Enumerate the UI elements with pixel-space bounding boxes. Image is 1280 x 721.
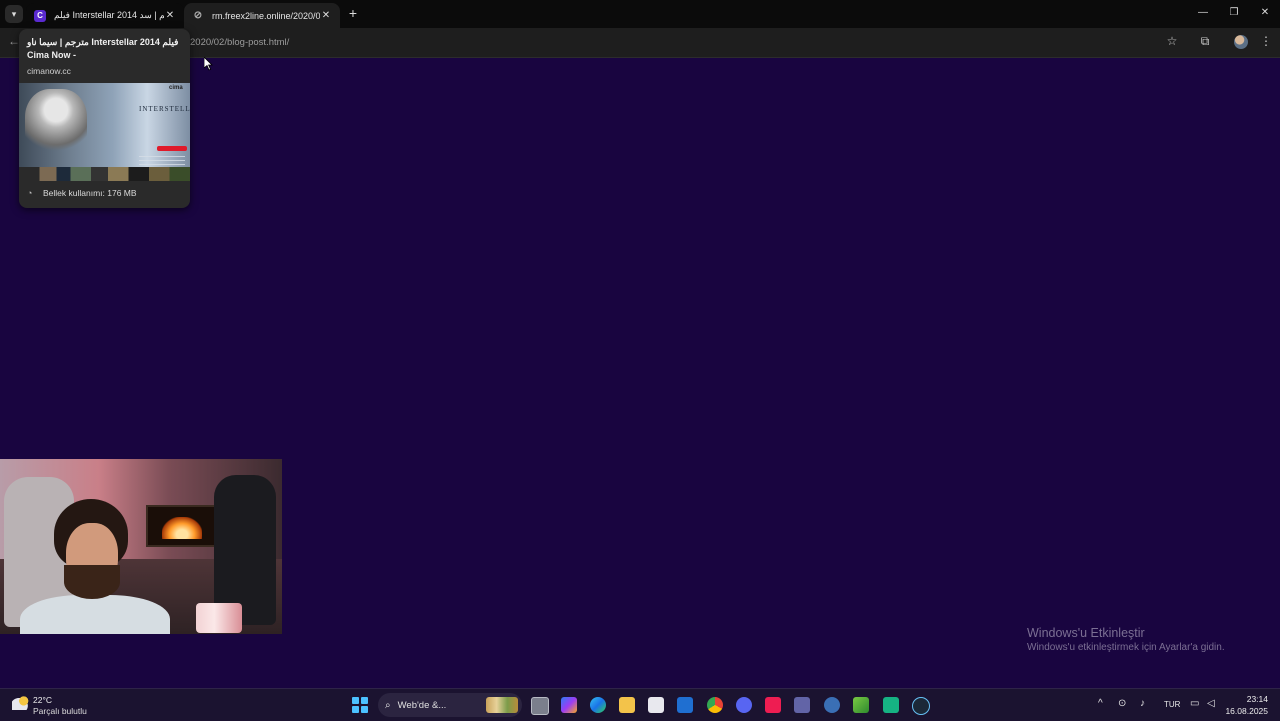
media-player-icon[interactable] <box>853 697 869 713</box>
language-indicator[interactable]: TUR <box>1164 700 1180 709</box>
puzzle-icon[interactable]: ⧉ <box>1197 34 1213 49</box>
watch-button-preview <box>157 146 187 151</box>
sync-icon[interactable]: ⊙ <box>1118 698 1126 709</box>
tab-hover-card: فيلم Interstellar 2014 مترجم | سيما ناو … <box>19 29 190 208</box>
discord-icon[interactable] <box>736 697 752 713</box>
close-icon[interactable]: ✕ <box>164 10 176 21</box>
preview-poster-strip <box>19 167 190 181</box>
address-bar[interactable]: 2020/02/blog-post.html/ <box>190 37 289 48</box>
tab-cimanow[interactable]: C فيلم Interstellar 2014 مترجم | سد ✕ <box>26 3 184 28</box>
tab-title: فيلم Interstellar 2014 مترجم | سد <box>54 10 164 20</box>
search-icon: ⌕ <box>385 699 391 711</box>
teams-icon[interactable] <box>794 697 810 713</box>
browser-toolbar: ← 2020/02/blog-post.html/ ☆ ⧉ ⋮ <box>0 28 1280 58</box>
taskbar-search[interactable]: ⌕ Web'de &... <box>378 693 522 717</box>
chevron-up-icon[interactable]: ^ <box>1098 698 1103 709</box>
clock-time[interactable]: 23:14 <box>1230 694 1268 704</box>
minimize-button[interactable]: — <box>1196 7 1210 18</box>
chrome-icon[interactable] <box>707 697 723 713</box>
windows-taskbar: 22°C Parçalı bulutlu ⌕ Web'de &... ^ ⊙ ♪… <box>0 688 1280 721</box>
tiktok-icon[interactable] <box>765 697 781 713</box>
browser-tab-strip: ▾ C فيلم Interstellar 2014 مترجم | سد ✕ … <box>0 0 1280 28</box>
android-tool-icon[interactable] <box>883 697 899 713</box>
task-view-icon[interactable] <box>531 697 549 715</box>
new-tab-button[interactable]: + <box>346 6 360 20</box>
steam-icon[interactable] <box>912 697 930 715</box>
search-highlight-image <box>486 697 518 713</box>
webcam-overlay <box>0 459 282 634</box>
copilot-icon[interactable] <box>561 697 577 713</box>
outlook-icon[interactable] <box>677 697 693 713</box>
movie-logo: INTERSTELLAR <box>139 105 190 113</box>
start-button[interactable] <box>352 697 368 713</box>
astronaut-image <box>25 89 87 159</box>
mouse-cursor-icon <box>204 57 213 71</box>
watermark-subtitle: Windows'u etkinleştirmek için Ayarlar'a … <box>1027 642 1225 653</box>
weather-description[interactable]: Parçalı bulutlu <box>33 706 87 716</box>
streamer-beard <box>64 565 120 599</box>
memory-chip-icon: ◔ <box>27 188 33 198</box>
close-icon[interactable]: ✕ <box>320 10 332 21</box>
streamer <box>20 499 170 634</box>
file-explorer-icon[interactable] <box>619 697 635 713</box>
tab-preview-thumbnail: INTERSTELLAR cima <box>19 83 190 181</box>
memory-usage-label: Bellek kullanımı: 176 MB <box>43 188 137 198</box>
microphone <box>196 603 242 633</box>
profile-avatar[interactable] <box>1234 35 1248 49</box>
watermark-title: Windows'u Etkinleştir <box>1027 626 1145 640</box>
chevron-down-icon: ▾ <box>11 8 17 19</box>
network-tool-icon[interactable] <box>824 697 840 713</box>
star-icon[interactable]: ☆ <box>1164 34 1180 48</box>
close-window-button[interactable]: ✕ <box>1258 7 1272 18</box>
windows-activation-watermark: Windows'u Etkinleştir Windows'u etkinleş… <box>1027 626 1225 653</box>
volume-icon[interactable]: ◁ <box>1207 698 1215 709</box>
kebab-menu-icon[interactable]: ⋮ <box>1258 34 1274 48</box>
streamer-shirt <box>20 595 170 634</box>
site-settings-icon: ⊘ <box>193 10 203 21</box>
hover-card-domain: cimanow.cc <box>27 66 71 76</box>
memory-usage: ◔ Bellek kullanımı: 176 MB <box>27 188 137 198</box>
clock-date[interactable]: 16.08.2025 <box>1222 706 1268 716</box>
weather-temperature[interactable]: 22°C <box>33 695 52 705</box>
tab-freex2line[interactable]: ⊘ rm.freex2line.online/2020/02/b ✕ <box>184 3 340 28</box>
microphone-icon[interactable]: ♪ <box>1140 698 1145 709</box>
restore-button[interactable]: ❐ <box>1227 7 1241 18</box>
edge-icon[interactable] <box>590 697 606 713</box>
cimanow-favicon-icon: C <box>34 9 46 22</box>
search-placeholder: Web'de &... <box>397 699 447 711</box>
network-icon[interactable]: ▭ <box>1190 698 1199 709</box>
site-logo: cima <box>169 85 183 91</box>
tab-title: rm.freex2line.online/2020/02/b <box>212 10 320 21</box>
hover-card-title: فيلم Interstellar 2014 مترجم | سيما ناو … <box>27 37 179 60</box>
store-icon[interactable] <box>648 697 664 713</box>
fireplace-screen <box>146 505 218 547</box>
tab-search-button[interactable]: ▾ <box>5 5 23 23</box>
partly-cloudy-icon[interactable] <box>12 696 30 710</box>
